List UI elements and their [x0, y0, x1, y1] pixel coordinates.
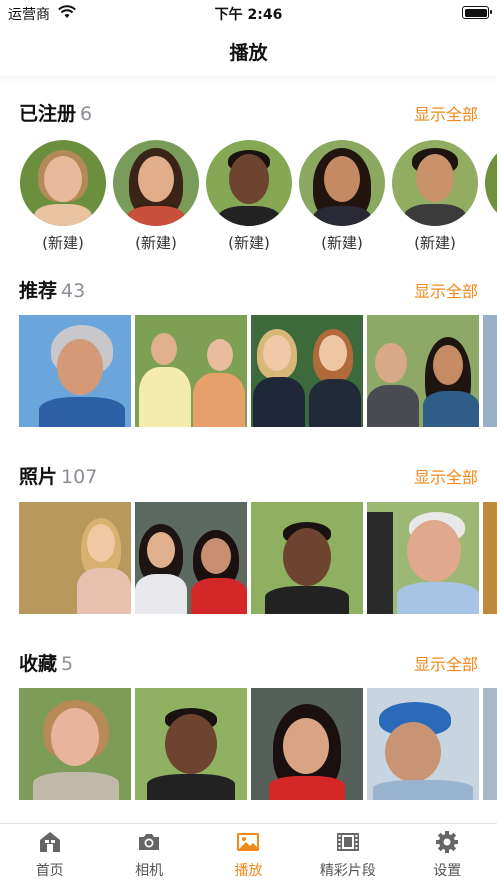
registered-avatar-row[interactable]: (新建) (新建) (新建) (新建) (新建)	[0, 140, 497, 255]
photo-thumbnail[interactable]	[19, 502, 131, 614]
favorites-count: 5	[61, 653, 74, 675]
photos-show-all-link[interactable]: 显示全部	[414, 464, 478, 488]
photo-thumbnail[interactable]	[367, 315, 479, 427]
avatar[interactable]	[113, 140, 199, 226]
camera-icon	[139, 834, 160, 850]
recommended-show-all-link[interactable]: 显示全部	[414, 278, 478, 302]
status-bar: 运营商 下午 2:46	[0, 0, 497, 26]
photo-icon	[237, 833, 260, 851]
favorites-show-all-link[interactable]: 显示全部	[414, 651, 478, 675]
battery-icon	[462, 6, 492, 19]
photo-thumbnail[interactable]	[135, 502, 247, 614]
photo-thumbnail[interactable]	[367, 502, 479, 614]
status-time: 下午 2:46	[214, 7, 283, 23]
tab-settings[interactable]: 设置	[398, 824, 497, 883]
avatar[interactable]	[206, 140, 292, 226]
avatar-caption: (新建)	[414, 234, 456, 252]
avatar[interactable]	[485, 140, 497, 226]
photo-thumbnail[interactable]	[135, 688, 247, 800]
registered-count: 6	[80, 103, 93, 125]
avatar-caption: (新建)	[228, 234, 270, 252]
avatar[interactable]	[20, 140, 106, 226]
recommended-section-header: 推荐 43 显示全部	[19, 276, 478, 304]
recommended-title: 推荐 43	[19, 280, 86, 302]
photo-thumbnail[interactable]	[251, 315, 363, 427]
tab-label: 相机	[135, 863, 164, 879]
photos-count: 107	[61, 466, 98, 488]
registered-person[interactable]: (新建)	[206, 140, 292, 253]
registered-title: 已注册 6	[19, 103, 93, 125]
photos-title: 照片 107	[19, 466, 98, 488]
recommended-count: 43	[61, 280, 86, 302]
avatar[interactable]	[392, 140, 478, 226]
registered-person[interactable]: (新建)	[20, 140, 106, 253]
tab-playback[interactable]: 播放	[199, 824, 298, 883]
registered-person[interactable]: (新建)	[392, 140, 478, 253]
registered-section-header: 已注册 6 显示全部	[19, 99, 478, 127]
recommended-photo-row[interactable]	[0, 315, 497, 427]
avatar-caption: (新建)	[321, 234, 363, 252]
registered-person[interactable]: (新建)	[299, 140, 385, 253]
photo-thumbnail[interactable]	[483, 315, 497, 427]
tab-label: 设置	[433, 863, 462, 879]
photo-thumbnail[interactable]	[135, 315, 247, 427]
photo-thumbnail[interactable]	[251, 502, 363, 614]
gear-icon	[436, 831, 459, 853]
tab-home[interactable]: 首页	[0, 824, 99, 883]
page-title: 播放	[229, 42, 268, 64]
photos-photo-row[interactable]	[0, 502, 497, 614]
tab-highlights[interactable]: 精彩片段	[298, 824, 397, 883]
tab-label: 精彩片段	[319, 863, 376, 879]
tab-label: 播放	[234, 863, 263, 879]
tab-bar: 首页 相机 播放 精彩片段 设置	[0, 823, 497, 883]
registered-person[interactable]: (新建)	[113, 140, 199, 253]
registered-show-all-link[interactable]: 显示全部	[414, 101, 478, 125]
navigation-bar: 播放	[0, 26, 497, 76]
tab-label: 首页	[35, 863, 64, 879]
avatar-caption: (新建)	[42, 234, 84, 252]
photo-thumbnail[interactable]	[251, 688, 363, 800]
film-icon	[336, 833, 359, 851]
photo-thumbnail[interactable]	[367, 688, 479, 800]
home-icon	[39, 832, 60, 852]
favorites-title: 收藏 5	[19, 653, 74, 675]
favorites-photo-row[interactable]	[0, 688, 497, 800]
avatar[interactable]	[299, 140, 385, 226]
photos-section-header: 照片 107 显示全部	[19, 462, 478, 490]
photo-thumbnail[interactable]	[19, 315, 131, 427]
photo-thumbnail[interactable]	[483, 688, 497, 800]
photo-thumbnail[interactable]	[19, 688, 131, 800]
photo-thumbnail[interactable]	[483, 502, 497, 614]
registered-person[interactable]	[485, 140, 497, 226]
avatar-caption: (新建)	[135, 234, 177, 252]
favorites-section-header: 收藏 5 显示全部	[19, 649, 478, 677]
tab-camera[interactable]: 相机	[99, 824, 198, 883]
